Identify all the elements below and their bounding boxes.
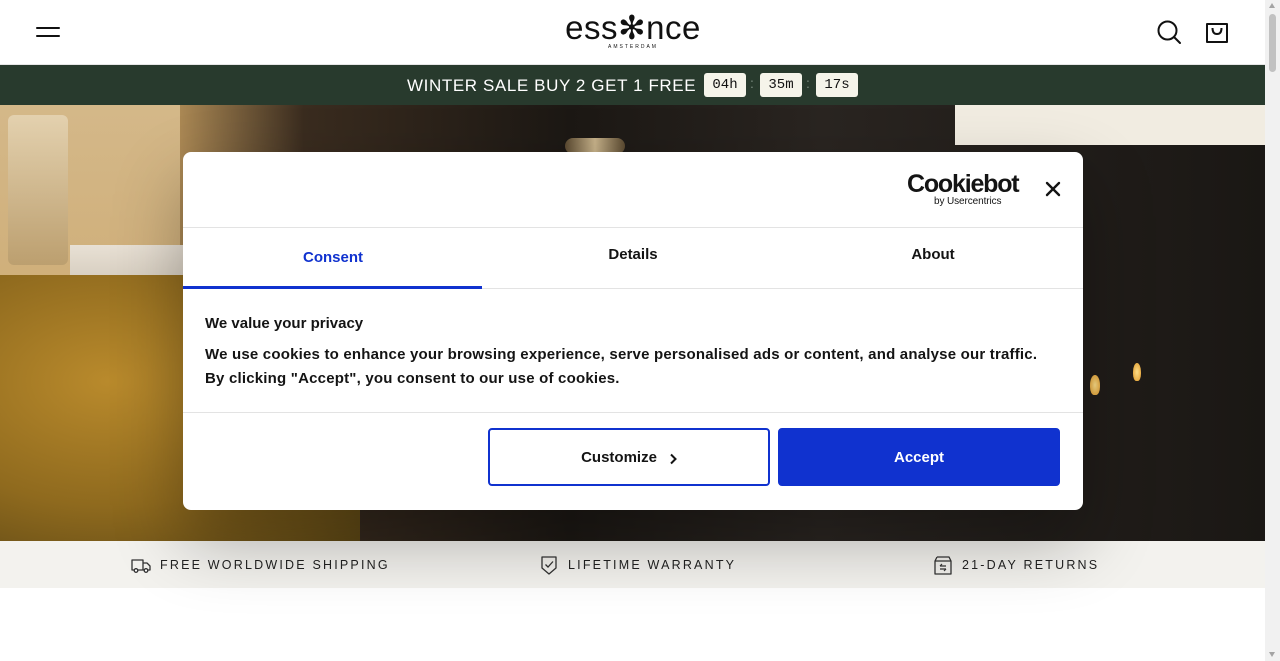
site-logo[interactable]: ess✻nce AMSTERDAM [565, 9, 701, 51]
countdown-separator: : [750, 75, 754, 91]
page-scrollbar[interactable] [1265, 0, 1280, 661]
trust-item-warranty: LIFETIME WARRANTY [539, 555, 736, 575]
returns-box-icon [934, 556, 952, 575]
cookie-consent-dialog: Cookiebot by Usercentrics Consent Detail… [183, 152, 1083, 510]
scroll-up-arrow[interactable] [1269, 3, 1275, 8]
cookiebot-logo-subtitle: by Usercentrics [934, 196, 1002, 207]
hero-lamp [8, 115, 68, 265]
dialog-title: We value your privacy [205, 315, 364, 332]
countdown-separator: : [806, 75, 810, 91]
tab-details[interactable]: Details [483, 227, 783, 288]
trust-bar: FREE WORLDWIDE SHIPPING LIFETIME WARRANT… [0, 541, 1265, 588]
promo-text: WINTER SALE BUY 2 GET 1 FREE [407, 76, 697, 95]
chevron-right-icon [670, 453, 677, 464]
customize-button[interactable]: Customize [488, 428, 770, 486]
site-header: ess✻nce AMSTERDAM [0, 0, 1265, 65]
tab-label: About [911, 246, 955, 263]
cookiebot-logo-text: Cookiebot [907, 170, 1020, 198]
hero-candle-flame [1090, 375, 1100, 395]
accept-button-label: Accept [893, 448, 945, 466]
countdown-seconds: 17s [816, 73, 858, 97]
truck-icon [131, 559, 151, 573]
trust-item-shipping: FREE WORLDWIDE SHIPPING [131, 555, 390, 575]
logo-text: ess✻nce [565, 9, 701, 46]
tab-consent[interactable]: Consent [183, 227, 483, 289]
close-icon[interactable] [1042, 178, 1064, 200]
search-icon[interactable] [1156, 19, 1182, 45]
tab-label: Details [608, 246, 658, 263]
customize-button-label: Customize [581, 448, 657, 466]
accept-button[interactable]: Accept [778, 428, 1060, 486]
hero-candle-flame [1133, 363, 1141, 381]
scrollbar-thumb[interactable] [1269, 14, 1276, 72]
dialog-tabs: Consent Details About [183, 227, 1083, 289]
dialog-header: Cookiebot by Usercentrics [183, 152, 1083, 228]
hamburger-menu-icon[interactable] [36, 24, 60, 40]
dialog-divider [183, 412, 1083, 413]
tab-label: Consent [303, 249, 363, 266]
trust-label: LIFETIME WARRANTY [568, 558, 737, 572]
scroll-down-arrow[interactable] [1269, 652, 1275, 657]
shield-check-icon [541, 556, 557, 575]
promo-bar: WINTER SALE BUY 2 GET 1 FREE 04h : 35m :… [0, 65, 1265, 105]
hero-window [955, 105, 1265, 145]
dialog-description: We use cookies to enhance your browsing … [205, 346, 1038, 387]
countdown-hours: 04h [704, 73, 746, 97]
shopping-bag-icon[interactable] [1204, 19, 1230, 45]
trust-item-returns: 21-DAY RETURNS [933, 555, 1099, 575]
countdown-minutes: 35m [760, 73, 802, 97]
trust-label: FREE WORLDWIDE SHIPPING [160, 558, 390, 572]
cookiebot-logo: Cookiebot by Usercentrics [907, 170, 1020, 207]
tab-about[interactable]: About [783, 227, 1083, 288]
trust-label: 21-DAY RETURNS [962, 558, 1100, 572]
